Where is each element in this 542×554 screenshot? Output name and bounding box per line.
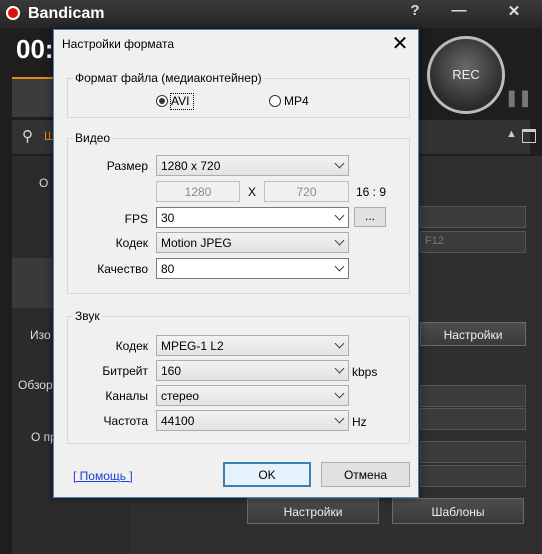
fps-more-button[interactable]: ... [354,207,386,227]
frequency-label: Частота [103,414,148,428]
hotkey-field-1[interactable] [420,206,526,228]
video-codec-label: Кодек [115,236,148,250]
channels-select[interactable]: стерео [156,385,349,406]
bitrate-label: Битрейт [102,364,148,378]
file-format-legend: Формат файла (медиаконтейнер) [73,71,264,85]
bitrate-value: 160 [161,364,182,378]
audio-legend: Звук [73,309,102,323]
app-title: Bandicam [28,5,105,22]
window-mode-icon[interactable] [522,129,536,143]
search-icon[interactable]: ⚲ [22,127,33,145]
aspect-ratio: 16 : 9 [356,185,387,199]
bandicam-titlebar: Bandicam ? — ✕ [0,0,542,28]
size-x-separator: X [248,185,257,199]
chevron-down-icon [334,388,345,399]
record-timer: 00: [16,34,54,64]
chevron-down-icon [334,261,345,272]
bitrate-select[interactable]: 160 [156,360,349,381]
chevron-down-icon [334,235,345,246]
fps-value: 30 [161,211,175,225]
bg-field-1[interactable] [420,385,526,407]
mp4-label[interactable]: MP4 [284,94,309,108]
left-nav-item[interactable]: Изо [30,328,51,342]
chevron-down-icon [334,363,345,374]
file-format-group: Формат файла (медиаконтейнер) AVI MP4 [67,71,410,118]
minimize-button[interactable]: — [445,2,473,19]
left-nav-item[interactable]: О [39,176,48,190]
cancel-button[interactable]: Отмена [321,462,410,487]
video-group: Видео Размер 1280 x 720 1280 X 720 16 : … [67,131,410,294]
quality-value: 80 [161,262,175,276]
channels-value: стерео [161,389,200,403]
quality-combobox[interactable]: 80 [156,258,349,279]
pause-icon[interactable]: ❚❚ [505,88,532,108]
app-close-button[interactable]: ✕ [500,2,528,20]
audio-codec-label: Кодек [115,339,148,353]
bandicam-logo-icon [6,6,20,20]
bitrate-unit: kbps [352,365,378,379]
audio-codec-value: MPEG-1 L2 [161,339,224,353]
templates-button[interactable]: Шаблоны [392,498,524,524]
help-button[interactable]: ? [401,2,429,19]
hotkey-field-2[interactable]: F12 [420,231,526,253]
bg-field-4[interactable] [420,465,526,487]
video-codec-value: Motion JPEG [161,236,232,250]
bg-field-2[interactable] [420,408,526,430]
bg-settings-button[interactable]: Настройки [420,322,526,346]
fps-label: FPS [124,212,148,226]
mp4-radio[interactable] [269,95,281,107]
audio-codec-select[interactable]: MPEG-1 L2 [156,335,349,356]
video-codec-select[interactable]: Motion JPEG [156,232,349,253]
fps-combobox[interactable]: 30 [156,207,349,228]
chevron-down-icon [334,158,345,169]
width-input[interactable]: 1280 [156,181,240,202]
chevron-down-icon [334,338,345,349]
frequency-value: 44100 [161,414,195,428]
bg-bottom-settings-button[interactable]: Настройки [247,498,379,524]
dialog-close-button[interactable]: ✕ [388,31,412,56]
size-value: 1280 x 720 [161,159,221,173]
video-legend: Видео [73,131,113,145]
audio-group: Звук Кодек MPEG-1 L2 Битрейт 160 kbps Ка… [67,309,410,444]
rec-label: REC [452,67,480,82]
channels-label: Каналы [105,389,148,403]
ok-button[interactable]: OK [223,462,311,487]
help-link[interactable]: [ Помощь ] [73,469,133,483]
chevron-down-icon [334,210,345,221]
frequency-unit: Hz [352,415,367,429]
avi-label[interactable]: AVI [171,94,189,108]
hotkey-text: F12 [425,235,444,247]
rec-button[interactable]: REC [427,36,505,114]
collapse-icon[interactable]: ▲ [506,128,517,140]
left-nav-item[interactable]: Обзор [18,378,53,392]
bg-field-3[interactable] [420,441,526,463]
format-settings-dialog: Настройки формата ✕ Формат файла (медиак… [53,29,419,498]
frequency-select[interactable]: 44100 [156,410,349,431]
dialog-title: Настройки формата [62,37,175,51]
size-label: Размер [106,159,148,173]
quality-label: Качество [97,262,148,276]
avi-radio[interactable] [156,95,168,107]
chevron-down-icon [334,413,345,424]
size-select[interactable]: 1280 x 720 [156,155,349,176]
height-input[interactable]: 720 [264,181,349,202]
